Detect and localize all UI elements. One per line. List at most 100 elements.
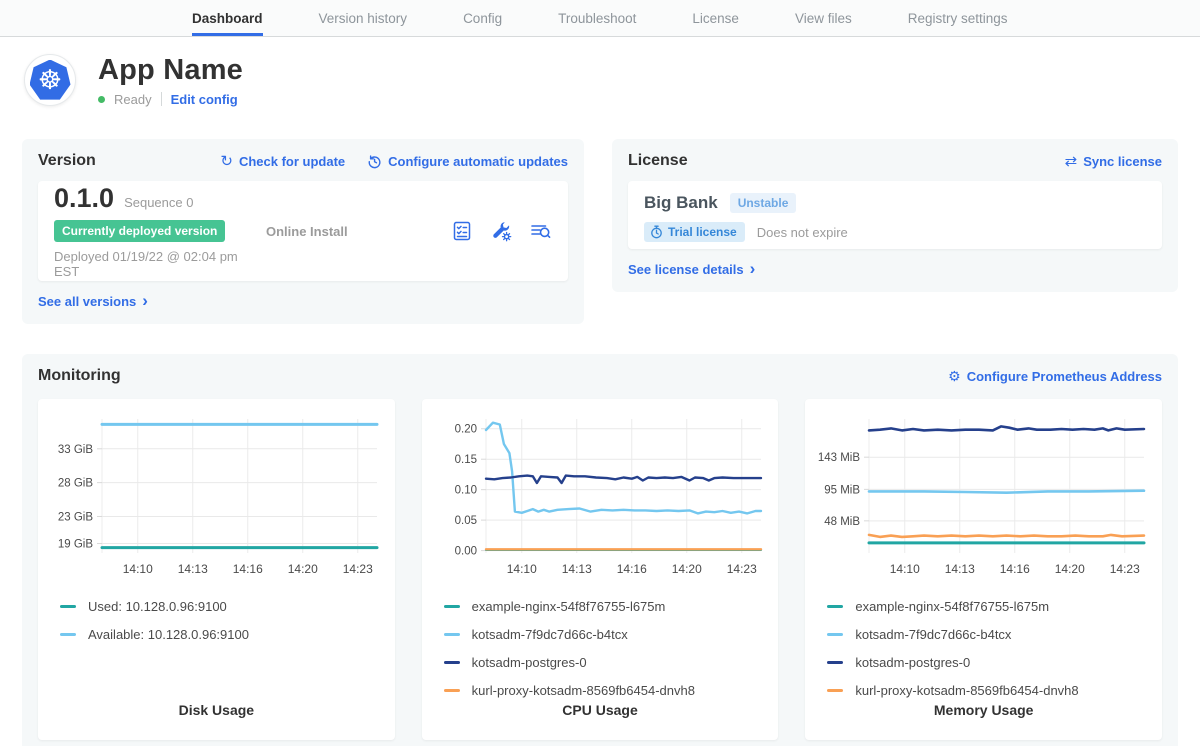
svg-text:28 GiB: 28 GiB bbox=[58, 478, 93, 490]
app-status: Ready bbox=[114, 92, 152, 107]
svg-text:0.10: 0.10 bbox=[454, 485, 476, 497]
divider bbox=[161, 92, 162, 106]
license-card-title: License bbox=[628, 152, 688, 170]
chart-title: Disk Usage bbox=[50, 702, 383, 718]
license-assignee: Big Bank bbox=[644, 193, 718, 213]
svg-text:0.15: 0.15 bbox=[454, 454, 476, 466]
tab-license[interactable]: License bbox=[692, 0, 739, 36]
current-version-panel: 0.1.0 Sequence 0 Currently deployed vers… bbox=[38, 181, 568, 281]
tab-view-files[interactable]: View files bbox=[795, 0, 852, 36]
install-type-label: Online Install bbox=[266, 224, 348, 239]
svg-text:23 GiB: 23 GiB bbox=[58, 511, 93, 523]
kubernetes-icon: ☸ bbox=[30, 60, 71, 101]
legend-label: kurl-proxy-kotsadm-8569fb6454-dnvh8 bbox=[855, 683, 1078, 698]
legend-item: kotsadm-7f9dc7d66c-b4tcx bbox=[444, 626, 767, 643]
tab-dashboard[interactable]: Dashboard bbox=[192, 0, 263, 36]
legend-item: Used: 10.128.0.96:9100 bbox=[60, 598, 383, 615]
channel-badge: Unstable bbox=[730, 193, 797, 213]
legend-item: kotsadm-7f9dc7d66c-b4tcx bbox=[827, 626, 1150, 643]
preflight-checks-icon[interactable] bbox=[451, 220, 473, 242]
svg-text:143 MiB: 143 MiB bbox=[818, 452, 861, 464]
svg-text:14:23: 14:23 bbox=[343, 562, 373, 576]
legend-label: kotsadm-postgres-0 bbox=[472, 655, 587, 670]
chevron-right-icon: › bbox=[750, 260, 756, 277]
license-type-badge: Trial license bbox=[644, 222, 745, 242]
svg-text:95 MiB: 95 MiB bbox=[825, 484, 861, 496]
configure-prometheus-button[interactable]: ⚙ Configure Prometheus Address bbox=[948, 369, 1162, 384]
svg-text:14:10: 14:10 bbox=[890, 562, 920, 576]
legend-label: kurl-proxy-kotsadm-8569fb6454-dnvh8 bbox=[472, 683, 695, 698]
check-for-update-button[interactable]: ↻ Check for update bbox=[220, 154, 345, 169]
chart-title: Memory Usage bbox=[817, 702, 1150, 718]
config-wrench-gear-icon[interactable] bbox=[490, 220, 512, 242]
tab-config[interactable]: Config bbox=[463, 0, 502, 36]
page-title: App Name bbox=[98, 54, 243, 87]
legend-dash-icon bbox=[444, 605, 460, 608]
legend-item: kurl-proxy-kotsadm-8569fb6454-dnvh8 bbox=[827, 682, 1150, 699]
legend-label: example-nginx-54f8f76755-l675m bbox=[472, 599, 666, 614]
svg-text:14:13: 14:13 bbox=[945, 562, 975, 576]
chevron-right-icon: › bbox=[142, 292, 148, 309]
license-panel: Big Bank Unstable Trial license bbox=[628, 181, 1162, 249]
svg-text:14:16: 14:16 bbox=[616, 562, 646, 576]
see-license-details-link[interactable]: See license details › bbox=[628, 262, 755, 277]
view-diff-logs-icon[interactable] bbox=[529, 220, 552, 242]
svg-text:14:16: 14:16 bbox=[233, 562, 263, 576]
monitoring-card: Monitoring ⚙ Configure Prometheus Addres… bbox=[22, 354, 1178, 746]
dashboard-main: Version ↻ Check for update Configure aut… bbox=[0, 139, 1200, 746]
legend-item: kotsadm-postgres-0 bbox=[444, 654, 767, 671]
legend-dash-icon bbox=[827, 661, 843, 664]
version-card-title: Version bbox=[38, 152, 96, 170]
legend-item: kurl-proxy-kotsadm-8569fb6454-dnvh8 bbox=[444, 682, 767, 699]
svg-text:48 MiB: 48 MiB bbox=[825, 516, 861, 528]
svg-text:14:13: 14:13 bbox=[178, 562, 208, 576]
tab-troubleshoot[interactable]: Troubleshoot bbox=[558, 0, 636, 36]
legend-dash-icon bbox=[60, 605, 76, 608]
legend-label: Used: 10.128.0.96:9100 bbox=[88, 599, 227, 614]
legend-item: kotsadm-postgres-0 bbox=[827, 654, 1150, 671]
edit-config-link[interactable]: Edit config bbox=[171, 92, 238, 107]
legend-label: kotsadm-7f9dc7d66c-b4tcx bbox=[472, 627, 628, 642]
see-all-versions-link[interactable]: See all versions › bbox=[38, 294, 148, 309]
svg-text:14:23: 14:23 bbox=[1110, 562, 1140, 576]
configure-automatic-updates-button[interactable]: Configure automatic updates bbox=[367, 154, 568, 169]
legend-dash-icon bbox=[444, 661, 460, 664]
status-dot-icon bbox=[98, 96, 105, 103]
svg-text:14:10: 14:10 bbox=[123, 562, 153, 576]
svg-text:0.05: 0.05 bbox=[454, 515, 476, 527]
svg-text:33 GiB: 33 GiB bbox=[58, 444, 93, 456]
svg-text:14:16: 14:16 bbox=[1000, 562, 1030, 576]
deployed-badge: Currently deployed version bbox=[54, 220, 225, 242]
legend-item: Available: 10.128.0.96:9100 bbox=[60, 626, 383, 643]
disk-usage-chart-card: 19 GiB 23 GiB 28 GiB 33 GiB 14:10 14:13 14:16 1… bbox=[38, 399, 395, 740]
legend-label: example-nginx-54f8f76755-l675m bbox=[855, 599, 1049, 614]
gear-icon: ⚙ bbox=[948, 369, 961, 383]
legend-dash-icon bbox=[827, 633, 843, 636]
legend-dash-icon bbox=[444, 689, 460, 692]
svg-text:14:23: 14:23 bbox=[726, 562, 756, 576]
legend-label: kotsadm-postgres-0 bbox=[855, 655, 970, 670]
version-sequence: Sequence 0 bbox=[124, 195, 193, 210]
license-card: License ⇄ Sync license Big Bank Unstable bbox=[612, 139, 1178, 292]
sync-license-button[interactable]: ⇄ Sync license bbox=[1065, 154, 1162, 169]
charts-row: 19 GiB 23 GiB 28 GiB 33 GiB 14:10 14:13 14:16 1… bbox=[38, 399, 1162, 740]
legend-item: example-nginx-54f8f76755-l675m bbox=[444, 598, 767, 615]
tab-version-history[interactable]: Version history bbox=[319, 0, 408, 36]
svg-text:14:20: 14:20 bbox=[671, 562, 701, 576]
app-logo: ☸ bbox=[24, 54, 76, 106]
svg-text:19 GiB: 19 GiB bbox=[58, 539, 93, 551]
svg-text:14:20: 14:20 bbox=[288, 562, 318, 576]
refresh-icon: ↻ bbox=[220, 154, 233, 169]
memory-usage-chart-card: 48 MiB95 MiB143 MiB14:1014:1314:1614:201… bbox=[805, 399, 1162, 740]
sync-arrows-icon: ⇄ bbox=[1065, 154, 1078, 169]
tab-registry-settings[interactable]: Registry settings bbox=[908, 0, 1008, 36]
legend-dash-icon bbox=[60, 633, 76, 636]
chart-title: CPU Usage bbox=[434, 702, 767, 718]
top-nav-tabs: Dashboard Version history Config Troublesho… bbox=[0, 0, 1200, 37]
svg-text:0.20: 0.20 bbox=[454, 424, 476, 436]
clock-arrow-icon bbox=[367, 154, 382, 169]
disk-usage-chart: 19 GiB 23 GiB 28 GiB 33 GiB 14:10 14:13 14:16 1… bbox=[50, 409, 382, 581]
svg-text:14:13: 14:13 bbox=[561, 562, 591, 576]
deployed-timestamp: Deployed 01/19/22 @ 02:04 pm EST bbox=[54, 249, 266, 279]
license-expiry: Does not expire bbox=[757, 225, 848, 240]
